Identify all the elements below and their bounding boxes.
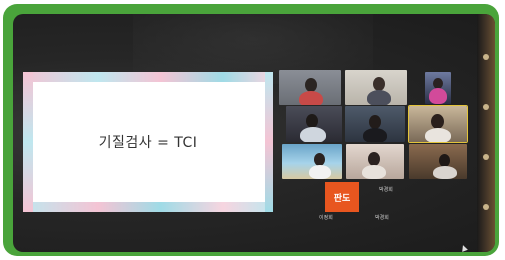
video-tile[interactable] xyxy=(346,144,404,179)
monitor-side-background xyxy=(477,14,495,252)
participant-caption: 이정희 xyxy=(319,215,333,221)
participant-caption: 박경희 xyxy=(375,215,389,221)
video-tile[interactable] xyxy=(282,144,342,179)
participant-head xyxy=(373,77,385,91)
video-tile[interactable] xyxy=(425,72,451,104)
video-tile-avatar[interactable]: 판도 xyxy=(325,182,359,212)
participant-body xyxy=(362,165,386,179)
participant-body xyxy=(433,166,457,179)
participant-body xyxy=(367,90,391,105)
participant-body xyxy=(299,91,323,105)
slide-border-top xyxy=(23,72,273,82)
participant-head xyxy=(369,115,381,129)
participant-head xyxy=(368,152,380,166)
background-dot xyxy=(483,54,489,60)
slide-title: 기질검사 = TCI xyxy=(98,135,198,151)
slide-border-bottom xyxy=(23,202,273,212)
monitor-photo: 기질검사 = TCI 판도 박경희 이정희 박경희 xyxy=(13,14,495,252)
video-tile-active-speaker[interactable] xyxy=(409,106,467,142)
participant-body xyxy=(425,128,451,142)
video-tile[interactable] xyxy=(279,70,341,105)
participant-head xyxy=(306,114,318,128)
participant-body xyxy=(363,128,387,142)
mouse-cursor-icon xyxy=(460,244,468,252)
shared-slide: 기질검사 = TCI xyxy=(23,72,273,212)
background-dot xyxy=(483,104,489,110)
background-dot xyxy=(483,204,489,210)
participant-body xyxy=(429,88,447,104)
video-tile[interactable] xyxy=(345,106,405,142)
participant-head xyxy=(305,78,317,92)
participant-body xyxy=(309,165,331,179)
participant-head xyxy=(431,114,444,129)
video-tile[interactable] xyxy=(286,106,342,142)
video-tile[interactable] xyxy=(345,70,407,105)
video-tile[interactable] xyxy=(409,144,467,179)
background-dot xyxy=(483,154,489,160)
photo-frame: 기질검사 = TCI 판도 박경희 이정희 박경희 xyxy=(3,4,499,256)
participant-body xyxy=(300,127,326,142)
participant-name-only: 박경희 xyxy=(379,187,393,193)
